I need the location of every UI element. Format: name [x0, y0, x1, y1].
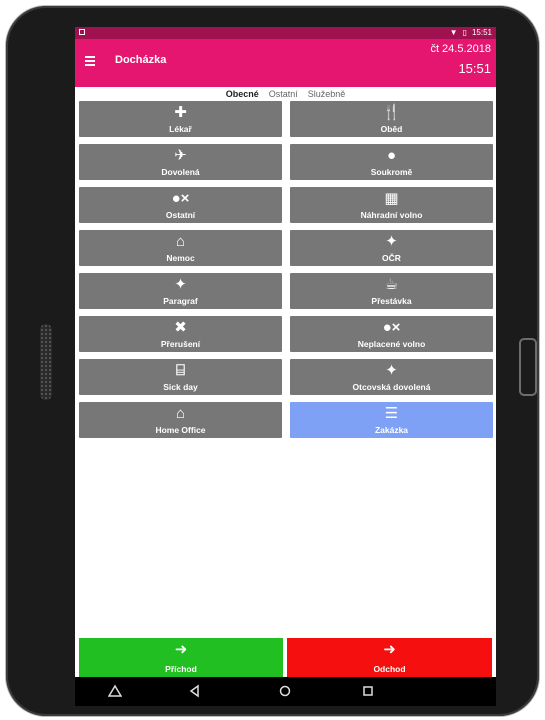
user-icon: ● — [386, 147, 397, 164]
tile-label: Přestávka — [371, 296, 412, 306]
close-icon: ✖ — [174, 319, 187, 336]
home-key[interactable] — [519, 338, 537, 396]
fork-knife-icon: 🍴 — [382, 104, 401, 121]
tile-nahradni-volno[interactable]: ▦ Náhradní volno — [290, 187, 493, 223]
tile-label: Náhradní volno — [360, 210, 423, 220]
tile-home-office[interactable]: ⌂ Home Office — [79, 402, 282, 438]
tile-prestavka[interactable]: ☕ Přestávka — [290, 273, 493, 309]
recents-icon[interactable] — [361, 684, 375, 698]
tile-otcovska-dovolena[interactable]: ✦ Otcovská dovolená — [290, 359, 493, 395]
arrival-label: Příchod — [165, 664, 197, 674]
tile-nemoc[interactable]: ⌂ Nemoc — [79, 230, 282, 266]
tile-label: Soukromě — [370, 167, 413, 177]
header-time: 15:51 — [458, 61, 491, 76]
user-remove-icon: ●× — [171, 190, 190, 207]
tile-label: Paragraf — [163, 296, 198, 306]
back-arrow-icon[interactable] — [188, 684, 202, 698]
notification-icon — [79, 29, 85, 35]
bed-icon: ⌸ — [175, 362, 185, 379]
tile-zakazka[interactable]: ☰ Zakázka — [290, 402, 493, 438]
menu-icon[interactable] — [85, 56, 95, 66]
tile-obed[interactable]: 🍴 Oběd — [290, 101, 493, 137]
sick-bed-icon: ⌂ — [175, 233, 186, 250]
tile-paragraf[interactable]: ✦ Paragraf — [79, 273, 282, 309]
tile-label: Oběd — [380, 124, 403, 134]
child-icon: ✦ — [385, 362, 398, 379]
tile-label: Zakázka — [374, 425, 409, 435]
speaker-grille — [40, 324, 52, 400]
tile-label: Lékař — [169, 124, 192, 134]
screen: ▼ ▯ 15:51 Docházka čt 24.5.2018 15:51 Ob… — [75, 27, 496, 706]
tile-neplacene-volno[interactable]: ●× Neplacené volno — [290, 316, 493, 352]
navigation-bar — [75, 677, 496, 706]
list-check-icon: ☰ — [384, 405, 399, 422]
coffee-icon: ☕ — [384, 276, 399, 293]
plus-icon: ✚ — [174, 104, 187, 121]
back-icon[interactable] — [108, 684, 122, 698]
tile-ostatni[interactable]: ●× Ostatní — [79, 187, 282, 223]
header-date: čt 24.5.2018 — [430, 43, 491, 55]
sign-in-icon: ➜ — [174, 641, 188, 658]
page-title: Docházka — [115, 54, 167, 66]
tile-preruseni[interactable]: ✖ Přerušení — [79, 316, 282, 352]
departure-button[interactable]: ➜ Odchod — [287, 638, 492, 677]
tile-label: Otcovská dovolená — [352, 382, 431, 392]
status-time: 15:51 — [471, 28, 492, 37]
tile-label: Ostatní — [165, 210, 196, 220]
airplane-icon: ✈ — [174, 147, 187, 164]
tile-lekar[interactable]: ✚ Lékař — [79, 101, 282, 137]
child-icon: ✦ — [174, 276, 187, 293]
child-icon: ✦ — [385, 233, 398, 250]
battery-icon: ▯ — [462, 28, 467, 37]
tile-ocr[interactable]: ✦ OČR — [290, 230, 493, 266]
arrival-button[interactable]: ➜ Příchod — [79, 638, 283, 677]
tile-label: Dovolená — [161, 167, 200, 177]
tile-label: Nemoc — [166, 253, 195, 263]
home-icon: ⌂ — [175, 405, 186, 422]
status-bar: ▼ ▯ 15:51 — [75, 27, 496, 39]
tile-label: Home Office — [155, 425, 206, 435]
tile-label: Sick day — [163, 382, 198, 392]
tile-sick-day[interactable]: ⌸ Sick day — [79, 359, 282, 395]
tile-soukrome[interactable]: ● Soukromě — [290, 144, 493, 180]
calendar-x-icon: ▦ — [384, 190, 399, 207]
wifi-icon: ▼ — [449, 28, 458, 37]
tile-label: Přerušení — [160, 339, 201, 349]
app-bar: Docházka čt 24.5.2018 15:51 — [75, 39, 496, 87]
sign-out-icon: ➜ — [383, 641, 396, 658]
home-circle-icon[interactable] — [278, 684, 292, 698]
tile-dovolena[interactable]: ✈ Dovolená — [79, 144, 282, 180]
departure-label: Odchod — [373, 664, 406, 674]
tile-label: OČR — [382, 253, 401, 263]
user-remove-icon: ●× — [382, 319, 401, 336]
tile-label: Neplacené volno — [357, 339, 426, 349]
